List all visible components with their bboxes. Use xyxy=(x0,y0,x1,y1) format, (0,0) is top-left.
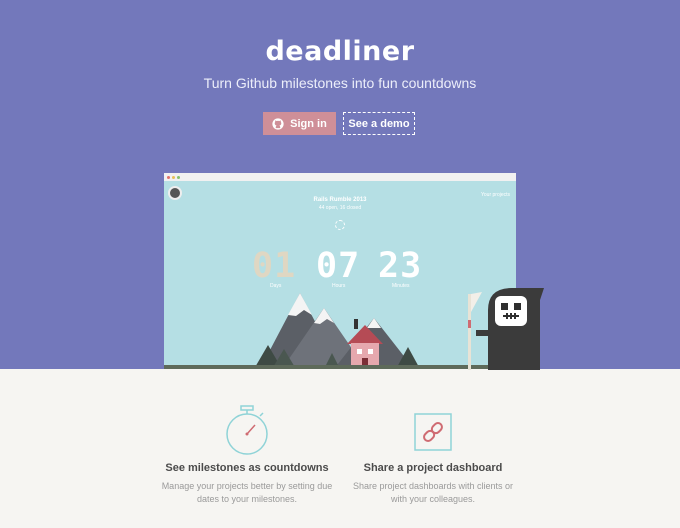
brand-logo: deadliner xyxy=(265,36,415,67)
github-icon xyxy=(272,117,284,130)
feature-desc-line: Share project dashboards with clients or xyxy=(352,481,514,491)
feature-description: Manage your projects better by setting d… xyxy=(147,480,347,506)
signin-button[interactable]: Sign in xyxy=(263,112,336,135)
tagline: Turn Github milestones into fun countdow… xyxy=(203,75,477,91)
feature-description: Share project dashboards with clients or… xyxy=(333,480,533,506)
hero-section: deadliner Turn Github milestones into fu… xyxy=(0,0,680,370)
stopwatch-icon xyxy=(226,405,268,455)
link-icon xyxy=(414,413,452,451)
feature-title: Share a project dashboard xyxy=(363,462,503,474)
demo-button[interactable]: See a demo xyxy=(343,112,415,135)
grim-reaper-illustration xyxy=(468,288,544,370)
features-section: See milestones as countdowns Manage your… xyxy=(0,369,680,528)
demo-label: See a demo xyxy=(348,117,410,130)
feature-title: See milestones as countdowns xyxy=(165,462,329,474)
feature-desc-line: Manage your projects better by setting d… xyxy=(161,481,333,491)
signin-label: Sign in xyxy=(290,117,327,130)
feature-desc-line: with your colleagues. xyxy=(390,494,476,504)
feature-desc-line: dates to your milestones. xyxy=(196,494,298,504)
